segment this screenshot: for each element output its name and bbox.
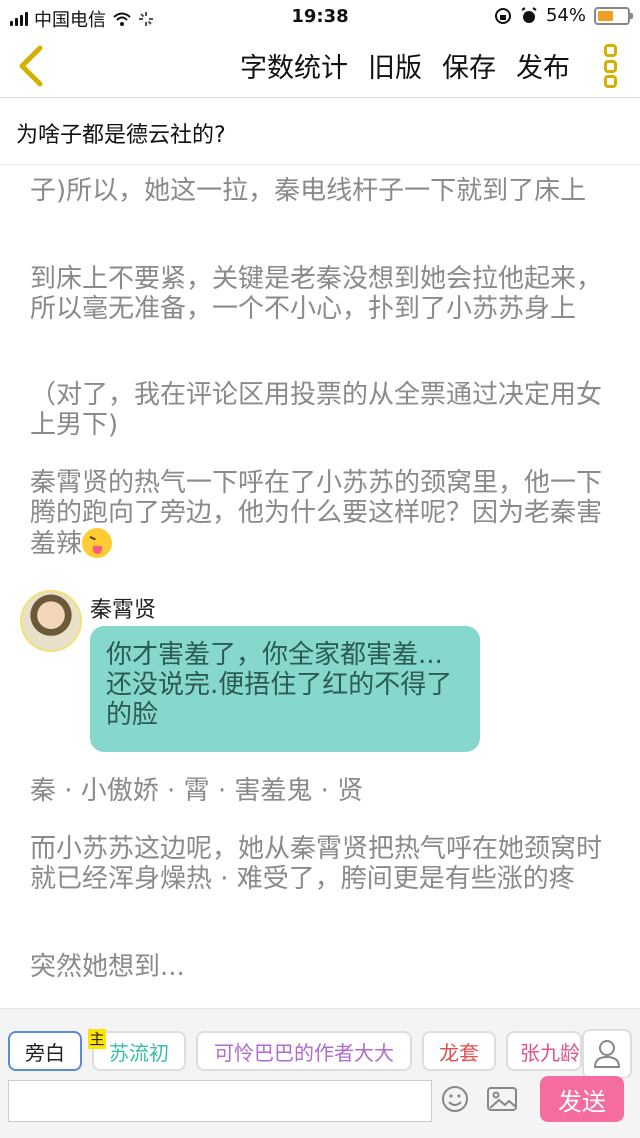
smiley-icon <box>442 1086 468 1112</box>
story-content[interactable]: 子)所以，她这一拉，秦电线杆子一下就到了床上 到床上不要紧，关键是老秦没想到她会… <box>0 140 640 1008</box>
role-chip-narration[interactable]: 旁白 <box>8 1031 82 1071</box>
save-button[interactable]: 保存 <box>442 46 496 85</box>
dialogue-bubble[interactable]: 你才害羞了，你全家都害羞...还没说完.便捂住了红的不得了的脸 <box>90 626 480 752</box>
paragraph-text: 秦霄贤的热气一下呼在了小苏苏的颈窝里，他一下腾的跑向了旁边，他为什么要这样呢？因… <box>30 468 603 559</box>
image-button[interactable] <box>486 1084 517 1114</box>
word-count-button[interactable]: 字数统计 <box>240 46 348 85</box>
paragraph: 子)所以，她这一拉，秦电线杆子一下就到了床上 <box>30 176 587 206</box>
main-role-badge: 主 <box>88 1029 106 1049</box>
role-chip[interactable]: 苏流初 <box>92 1031 186 1071</box>
rotation-lock-icon <box>494 7 511 24</box>
image-icon <box>487 1087 517 1111</box>
paragraph: （对了，我在评论区用投票的从全票通过决定用女上男下) <box>30 380 603 440</box>
role-chip[interactable]: 龙套 <box>422 1031 496 1071</box>
avatar[interactable] <box>20 590 82 652</box>
more-menu-icon[interactable] <box>598 44 622 88</box>
paragraph: 秦霄贤的热气一下呼在了小苏苏的颈窝里，他一下腾的跑向了旁边，他为什么要这样呢？因… <box>30 468 610 559</box>
paragraph: 而小苏苏这边呢，她从秦霄贤把热气呼在她颈窝时就已经浑身燥热 · 难受了，胯间更是… <box>30 834 603 894</box>
add-role-button[interactable] <box>582 1029 632 1079</box>
paragraph: 到床上不要紧，关键是老秦没想到她会拉他起来，所以毫无准备，一个不小心，扑到了小苏… <box>30 264 603 324</box>
paragraph: 秦 · 小傲娇 · 霄 · 害羞鬼 · 贤 <box>30 776 364 806</box>
send-button[interactable]: 发送 <box>540 1076 624 1122</box>
role-chip[interactable]: 张九龄 <box>506 1031 582 1071</box>
back-button[interactable] <box>14 44 50 88</box>
battery-percent: 54% <box>545 5 586 26</box>
battery-level <box>598 10 614 21</box>
user-icon <box>593 1040 621 1068</box>
publish-button[interactable]: 发布 <box>516 46 570 85</box>
status-right: 54% <box>494 5 633 26</box>
paragraph: 突然她想到... <box>30 952 185 982</box>
message-input[interactable] <box>8 1080 432 1122</box>
tongue-emoji-icon <box>82 528 113 558</box>
input-bar: 发送 <box>0 1076 640 1138</box>
old-version-button[interactable]: 旧版 <box>368 46 422 85</box>
battery-icon <box>594 6 633 25</box>
nav-bar: 字数统计 旧版 保存 发布 <box>0 34 640 98</box>
title-row[interactable]: 为啥子都是德云社的? <box>0 99 640 165</box>
nav-actions: 字数统计 旧版 保存 发布 <box>240 46 570 85</box>
emoji-button[interactable] <box>440 1084 470 1114</box>
role-chip[interactable]: 可怜巴巴的作者大大 <box>196 1031 412 1071</box>
role-bar: 旁白 主 苏流初 可怜巴巴的作者大大 龙套 张九龄 <box>0 1008 640 1079</box>
speaker-name: 秦霄贤 <box>90 598 157 623</box>
story-title: 为啥子都是德云社的? <box>16 123 226 148</box>
chevron-left-icon <box>19 45 43 87</box>
status-bar: 中国电信 19:38 54% <box>0 0 640 34</box>
alarm-icon <box>521 6 537 23</box>
